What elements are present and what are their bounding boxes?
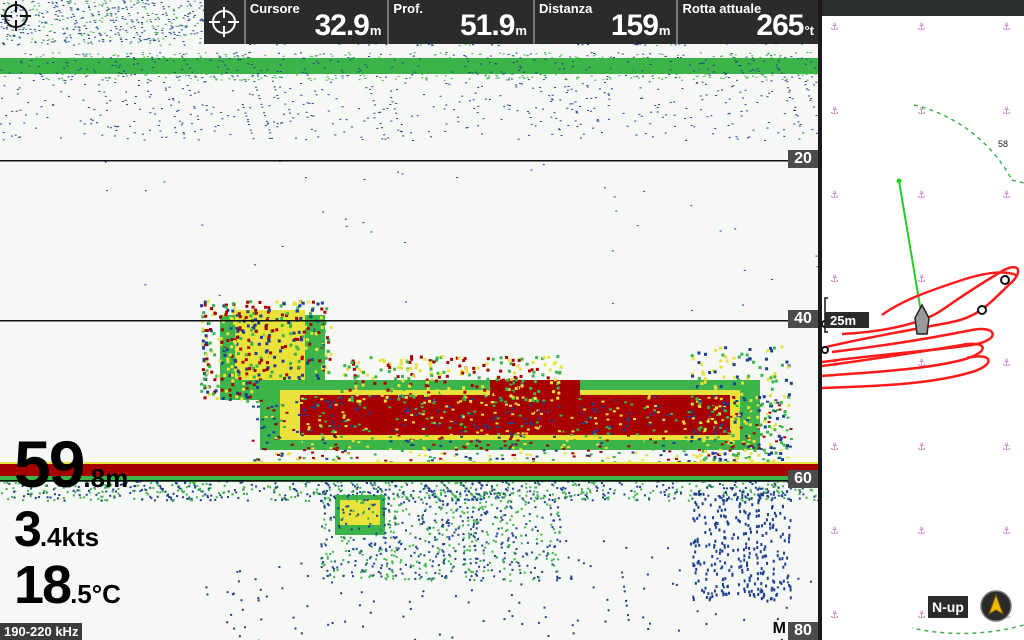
- databox-course-value: 265: [756, 9, 804, 42]
- databox-distance-unit: m: [658, 23, 671, 38]
- temperature-readout-decimal: .5°C: [70, 579, 121, 609]
- sonar-returns: [0, 0, 818, 640]
- speed-readout-decimal: .4kts: [39, 522, 100, 552]
- anchorage-mark-icon: ⚓: [1002, 22, 1011, 33]
- boat-icon[interactable]: [914, 303, 930, 335]
- anchorage-mark-icon: ⚓: [917, 442, 926, 453]
- anchorage-mark-icon: ⚓: [917, 526, 926, 537]
- databox-distance[interactable]: Distanza 159m: [535, 0, 679, 44]
- range-label: 25m: [830, 313, 856, 328]
- depth-grid-line: [0, 160, 790, 162]
- anchorage-mark-icon: ⚓: [917, 610, 926, 621]
- speed-readout-value: 3: [14, 501, 42, 557]
- cursor-crosshair-icon[interactable]: [0, 0, 32, 32]
- speed-readout: 3.4kts: [14, 500, 99, 558]
- anchorage-mark-icon: ⚓: [917, 274, 926, 285]
- databox-cursor-unit: m: [369, 23, 382, 38]
- anchorage-mark-icon: ⚓: [917, 190, 926, 201]
- databox-cursor-label: Cursore: [249, 1, 300, 16]
- sonar-mode-indicator: M: [772, 620, 786, 637]
- anchorage-mark-icon: ⚓: [830, 190, 839, 201]
- anchorage-mark-icon: ⚓: [1002, 526, 1011, 537]
- anchorage-mark-icon: ⚓: [1002, 442, 1011, 453]
- anchorage-mark-icon: ⚓: [1002, 358, 1011, 369]
- orientation-label[interactable]: N-up: [928, 596, 968, 618]
- anchorage-mark-icon: ⚓: [917, 22, 926, 33]
- range-ring-lower: [911, 179, 1024, 635]
- depth-readout-value: 59: [14, 427, 85, 501]
- depth-scale-80: 80: [788, 622, 818, 640]
- chart-view[interactable]: ⚓⚓⚓⚓⚓⚓⚓⚓⚓⚓⚓⚓⚓⚓⚓⚓⚓⚓⚓⚓⚓⚓⚓⚓ 25m 58: [822, 0, 1024, 640]
- databox-depth-label: Prof.: [393, 1, 424, 16]
- depth-readout-decimal: .8m: [83, 463, 129, 493]
- waypoint-marker[interactable]: [822, 346, 829, 354]
- frequency-label: 190-220 kHz: [0, 623, 83, 640]
- databox-course[interactable]: Rotta attuale 265°t: [678, 0, 820, 44]
- waypoint-marker[interactable]: [977, 305, 987, 315]
- depth-readout: 59.8m: [14, 426, 128, 502]
- databox-course-label: Rotta attuale: [682, 1, 762, 16]
- depth-scale-20: 20: [788, 150, 818, 168]
- databox-cursor[interactable]: Cursore 32.9m: [246, 0, 390, 44]
- compass-icon[interactable]: [980, 590, 1012, 622]
- databox-distance-value: 159: [610, 9, 659, 42]
- depth-scale-40: 40: [788, 310, 818, 328]
- structure-return: [490, 380, 580, 425]
- depth-scale-60: 60: [788, 470, 818, 488]
- databox-cursor-value: 32.9: [314, 9, 369, 42]
- anchorage-mark-icon: ⚓: [830, 526, 839, 537]
- anchorage-mark-icon: ⚓: [830, 274, 839, 285]
- waypoint-marker[interactable]: [1000, 275, 1010, 285]
- depth-sounding: 58: [998, 139, 1008, 149]
- anchorage-mark-icon: ⚓: [830, 22, 839, 33]
- databox-distance-label: Distanza: [538, 1, 593, 16]
- anchorage-mark-icon: ⚓: [830, 106, 839, 117]
- databox-depth[interactable]: Prof. 51.9m: [389, 0, 535, 44]
- anchorage-mark-icon: ⚓: [830, 610, 839, 621]
- sonar-view[interactable]: 20 40 60 80 59.8m 3.4kts 18.5°C 190-220 …: [0, 0, 818, 640]
- heading-end-point: [896, 178, 902, 184]
- temperature-readout-value: 18: [14, 555, 72, 615]
- anchorage-mark-icon: ⚓: [1002, 106, 1011, 117]
- databox-depth-value: 51.9: [459, 9, 515, 42]
- surface-band: [0, 58, 818, 74]
- anchorage-mark-icon: ⚓: [1002, 190, 1011, 201]
- depth-grid-line: [0, 320, 790, 322]
- data-bar: Cursore 32.9m Prof. 51.9m Distanza 159m …: [204, 0, 820, 44]
- cursor-target-icon[interactable]: [204, 0, 246, 44]
- databox-course-unit: °t: [804, 23, 814, 38]
- temperature-readout: 18.5°C: [14, 554, 121, 616]
- chart-map: ⚓⚓⚓⚓⚓⚓⚓⚓⚓⚓⚓⚓⚓⚓⚓⚓⚓⚓⚓⚓⚓⚓⚓⚓ 25m 58: [822, 22, 1024, 635]
- databox-depth-unit: m: [515, 23, 527, 38]
- anchorage-mark-icon: ⚓: [830, 442, 839, 453]
